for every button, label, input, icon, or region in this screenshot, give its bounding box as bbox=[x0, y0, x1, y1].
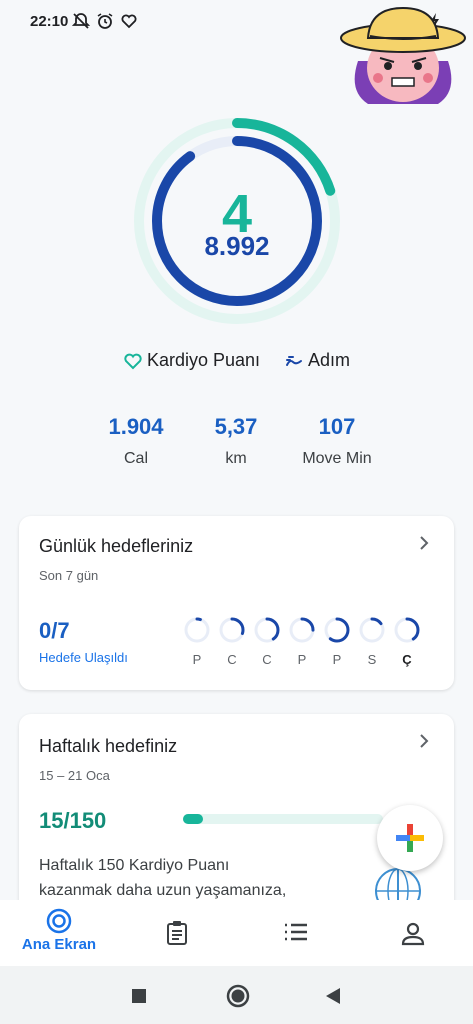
day-item-today[interactable]: Ç bbox=[393, 616, 421, 667]
clipboard-icon bbox=[167, 921, 187, 945]
card-subtitle: 15 – 21 Oca bbox=[39, 768, 110, 783]
daily-achieved: 0/7 bbox=[39, 618, 70, 643]
alarm-icon bbox=[97, 13, 113, 29]
stat-label: Move Min bbox=[302, 450, 372, 468]
day-ring bbox=[324, 617, 350, 643]
chevron-right-icon[interactable] bbox=[418, 732, 430, 750]
person-icon bbox=[401, 922, 425, 946]
avatar[interactable] bbox=[338, 6, 468, 106]
status-left-icons bbox=[72, 12, 138, 30]
system-nav-bar bbox=[0, 966, 473, 1024]
day-ring bbox=[289, 617, 315, 643]
stat-value: 107 bbox=[318, 414, 356, 439]
day-ring bbox=[254, 617, 280, 643]
daily-achieved-label: Hedefe Ulaşıldı bbox=[39, 650, 128, 665]
weekly-value: 15/150 bbox=[39, 808, 107, 833]
chevron-right-icon[interactable] bbox=[418, 534, 430, 552]
stat-move-min: 107 Move Min bbox=[277, 414, 397, 468]
weekly-progress-track bbox=[183, 814, 383, 824]
card-subtitle: Son 7 gün bbox=[39, 568, 99, 583]
steps-icon bbox=[286, 355, 303, 366]
status-time: 22:10 bbox=[30, 13, 69, 30]
plus-icon bbox=[396, 824, 424, 852]
back-icon[interactable] bbox=[325, 987, 341, 1005]
day-label: C bbox=[227, 652, 237, 667]
day-label: P bbox=[332, 652, 342, 667]
recents-icon[interactable] bbox=[131, 988, 147, 1004]
day-label: S bbox=[367, 652, 377, 667]
nav-home[interactable]: Ana Ekran bbox=[9, 908, 109, 953]
home-icon[interactable] bbox=[226, 984, 250, 1008]
heart-points-icon bbox=[124, 353, 142, 369]
day-item[interactable]: P bbox=[323, 616, 351, 667]
day-ring bbox=[219, 617, 245, 643]
nav-journal[interactable] bbox=[127, 920, 227, 946]
list-icon bbox=[285, 923, 307, 941]
home-ring-icon bbox=[46, 908, 72, 934]
day-label: Ç bbox=[402, 652, 412, 667]
card-title: Günlük hedefleriniz bbox=[39, 536, 194, 556]
ring-legend: Kardiyo Puanı Adım bbox=[0, 350, 473, 371]
day-ring bbox=[184, 617, 210, 643]
activity-ring[interactable]: 4 8.992 bbox=[131, 115, 343, 327]
add-activity-button[interactable] bbox=[377, 805, 443, 871]
day-item[interactable]: C bbox=[218, 616, 246, 667]
card-title: Haftalık hedefiniz bbox=[39, 736, 178, 756]
daily-goals-card[interactable]: Günlük hedefleriniz Son 7 gün 0/7 Hedefe… bbox=[19, 516, 454, 690]
bottom-nav: Ana Ekran bbox=[0, 900, 473, 966]
steps-value: 8.992 bbox=[204, 231, 270, 261]
nav-browse[interactable] bbox=[246, 922, 346, 942]
day-label: P bbox=[192, 652, 202, 667]
mute-notification-icon bbox=[72, 13, 90, 29]
heart-activity-icon bbox=[121, 14, 137, 29]
day-list: P C C P P S Ç bbox=[183, 616, 421, 667]
legend-heart-points: Kardiyo Puanı bbox=[123, 350, 260, 371]
legend-heart-label: Kardiyo Puanı bbox=[146, 350, 261, 370]
day-label: C bbox=[262, 652, 272, 667]
day-item[interactable]: P bbox=[288, 616, 316, 667]
day-ring bbox=[394, 617, 420, 643]
legend-steps-label: Adım bbox=[308, 350, 351, 370]
weekly-description: Haftalık 150 Kardiyo Puanı kazanmak daha… bbox=[39, 854, 339, 904]
day-label: P bbox=[297, 652, 307, 667]
legend-steps: Adım bbox=[284, 350, 350, 371]
weekly-progress-fill bbox=[183, 814, 203, 824]
nav-home-label: Ana Ekran bbox=[21, 936, 97, 953]
day-item[interactable]: C bbox=[253, 616, 281, 667]
day-item[interactable]: S bbox=[358, 616, 386, 667]
day-item[interactable]: P bbox=[183, 616, 211, 667]
nav-profile[interactable] bbox=[363, 922, 463, 946]
day-ring bbox=[359, 617, 385, 643]
weekly-description-line: Haftalık 150 Kardiyo Puanı bbox=[39, 857, 230, 874]
